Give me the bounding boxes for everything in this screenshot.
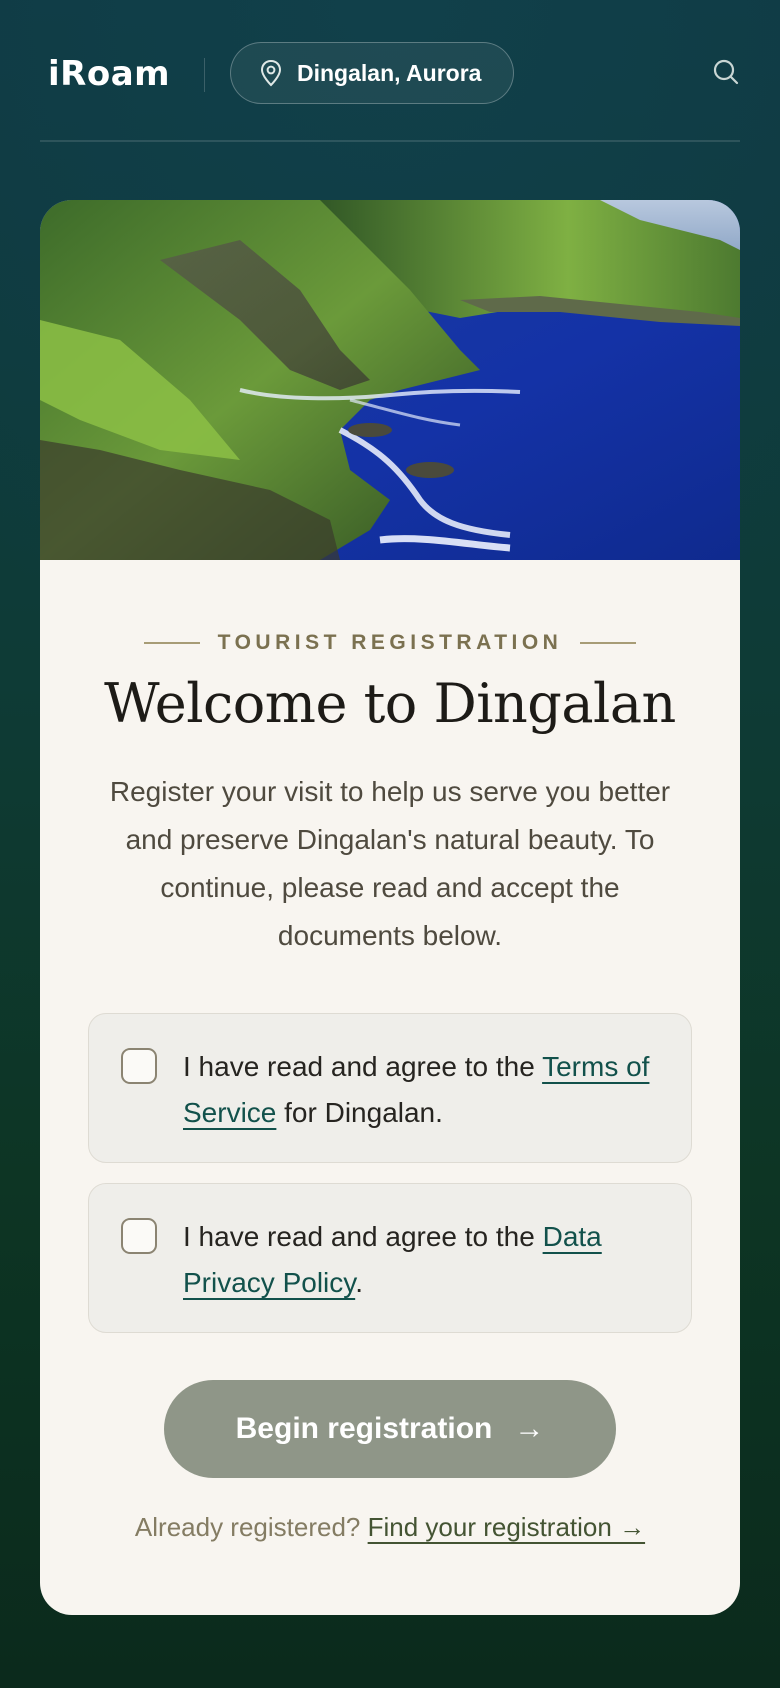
- app-header: iRoam Dingalan, Aurora: [40, 40, 740, 106]
- search-icon[interactable]: [712, 58, 740, 86]
- privacy-checkbox[interactable]: [121, 1218, 157, 1254]
- already-registered-prompt: Already registered?: [134, 1512, 361, 1542]
- eyebrow-label: TOURIST REGISTRATION: [217, 631, 563, 654]
- terms-consent-prefix: I have read and agree to the: [183, 1051, 543, 1082]
- registration-card: TOURIST REGISTRATION Welcome to Dingalan…: [40, 200, 740, 1615]
- privacy-consent-row[interactable]: I have read and agree to the Data Privac…: [88, 1183, 692, 1333]
- location-selector[interactable]: Dingalan, Aurora: [230, 42, 514, 104]
- page-title: Welcome to Dingalan: [104, 672, 676, 735]
- find-registration-link[interactable]: Find your registration →: [368, 1512, 645, 1542]
- header-rule: [40, 140, 740, 142]
- location-label: Dingalan, Aurora: [297, 59, 482, 86]
- map-pin-icon: [260, 59, 282, 87]
- terms-consent-row[interactable]: I have read and agree to the Terms of Se…: [88, 1013, 692, 1163]
- terms-consent-label: I have read and agree to the Terms of Se…: [183, 1044, 653, 1136]
- privacy-consent-label: I have read and agree to the Data Privac…: [183, 1214, 653, 1306]
- section-eyebrow: TOURIST REGISTRATION: [40, 628, 740, 658]
- intro-text: Register your visit to help us serve you…: [109, 776, 671, 951]
- privacy-consent-prefix: I have read and agree to the: [183, 1221, 543, 1252]
- eyebrow-line-left: [143, 642, 200, 644]
- eyebrow-line-right: [580, 642, 637, 644]
- terms-consent-suffix: for Dingalan.: [276, 1097, 443, 1128]
- hero-image: [40, 200, 740, 560]
- terms-checkbox[interactable]: [121, 1048, 157, 1084]
- already-registered-footer: Already registered? Find your registrati…: [40, 1512, 740, 1543]
- begin-registration-label: Begin registration: [235, 1412, 493, 1445]
- begin-registration-button[interactable]: Begin registration →: [164, 1380, 616, 1478]
- arrow-right-icon: →: [514, 1412, 545, 1445]
- iroam-logo[interactable]: iRoam: [48, 54, 170, 94]
- header-divider: [204, 58, 205, 92]
- privacy-consent-suffix: .: [355, 1267, 363, 1298]
